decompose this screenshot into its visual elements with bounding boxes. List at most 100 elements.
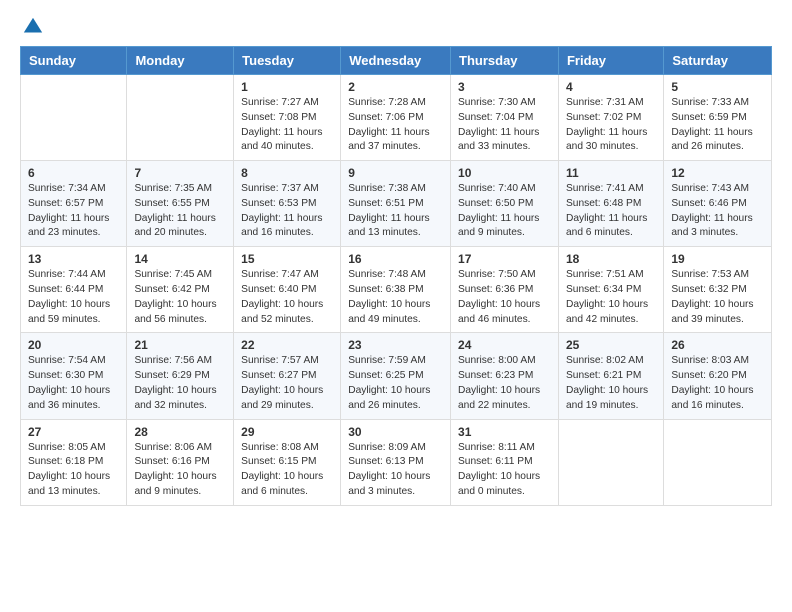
week-row-3: 13Sunrise: 7:44 AM Sunset: 6:44 PM Dayli… xyxy=(21,247,772,333)
day-info: Sunrise: 7:54 AM Sunset: 6:30 PM Dayligh… xyxy=(28,354,119,413)
calendar-cell: 23 Sunrise: 7:59 AM Sunset: 6:25 PM Dayli… xyxy=(341,333,451,419)
day-number: 18 xyxy=(566,252,656,266)
week-row-4: 20 Sunrise: 7:54 AM Sunset: 6:30 PM Dayli… xyxy=(21,333,772,419)
day-info: Sunrise: 8:11 AM Sunset: 6:11 PM Dayligh… xyxy=(458,441,551,500)
day-number: 15 xyxy=(241,252,333,266)
logo xyxy=(20,16,44,38)
day-number: 10 xyxy=(458,166,551,180)
day-number: 11 xyxy=(566,166,656,180)
calendar-cell: 17 Sunrise: 7:50 AM Sunset: 6:36 PM Dayli… xyxy=(451,247,559,333)
calendar-cell: 19 Sunrise: 7:53 AM Sunset: 6:32 PM Dayli… xyxy=(664,247,772,333)
day-number: 23 xyxy=(348,338,443,352)
weekday-header-saturday: Saturday xyxy=(664,47,772,75)
day-info: Sunrise: 7:34 AM Sunset: 6:57 PM Dayligh… xyxy=(28,182,119,241)
calendar-cell: 13Sunrise: 7:44 AM Sunset: 6:44 PM Dayli… xyxy=(21,247,127,333)
calendar-cell: 27 Sunrise: 8:05 AM Sunset: 6:18 PM Dayli… xyxy=(21,419,127,505)
day-info: Sunrise: 8:05 AM Sunset: 6:18 PM Dayligh… xyxy=(28,441,119,500)
week-row-2: 6 Sunrise: 7:34 AM Sunset: 6:57 PM Daylig… xyxy=(21,161,772,247)
day-info: Sunrise: 8:09 AM Sunset: 6:13 PM Dayligh… xyxy=(348,441,443,500)
calendar-cell: 28 Sunrise: 8:06 AM Sunset: 6:16 PM Dayli… xyxy=(127,419,234,505)
calendar-cell: 4Sunrise: 7:31 AM Sunset: 7:02 PM Daylig… xyxy=(558,75,663,161)
day-number: 6 xyxy=(28,166,119,180)
header xyxy=(20,16,772,38)
week-row-5: 27 Sunrise: 8:05 AM Sunset: 6:18 PM Dayli… xyxy=(21,419,772,505)
day-info: Sunrise: 7:57 AM Sunset: 6:27 PM Dayligh… xyxy=(241,354,333,413)
weekday-header-thursday: Thursday xyxy=(451,47,559,75)
day-info: Sunrise: 7:56 AM Sunset: 6:29 PM Dayligh… xyxy=(134,354,226,413)
calendar-cell xyxy=(664,419,772,505)
day-info: Sunrise: 7:53 AM Sunset: 6:32 PM Dayligh… xyxy=(671,268,764,327)
day-info: Sunrise: 7:48 AM Sunset: 6:38 PM Dayligh… xyxy=(348,268,443,327)
day-info: Sunrise: 7:41 AM Sunset: 6:48 PM Dayligh… xyxy=(566,182,656,241)
calendar-cell: 2 Sunrise: 7:28 AM Sunset: 7:06 PM Daylig… xyxy=(341,75,451,161)
calendar-cell: 30 Sunrise: 8:09 AM Sunset: 6:13 PM Dayli… xyxy=(341,419,451,505)
day-number: 16 xyxy=(348,252,443,266)
day-info: Sunrise: 7:40 AM Sunset: 6:50 PM Dayligh… xyxy=(458,182,551,241)
day-info: Sunrise: 7:27 AM Sunset: 7:08 PM Dayligh… xyxy=(241,96,333,155)
day-info: Sunrise: 8:03 AM Sunset: 6:20 PM Dayligh… xyxy=(671,354,764,413)
calendar-cell: 9 Sunrise: 7:38 AM Sunset: 6:51 PM Daylig… xyxy=(341,161,451,247)
weekday-header-sunday: Sunday xyxy=(21,47,127,75)
day-number: 25 xyxy=(566,338,656,352)
day-info: Sunrise: 7:50 AM Sunset: 6:36 PM Dayligh… xyxy=(458,268,551,327)
day-info: Sunrise: 8:02 AM Sunset: 6:21 PM Dayligh… xyxy=(566,354,656,413)
day-number: 13 xyxy=(28,252,119,266)
calendar-cell: 29Sunrise: 8:08 AM Sunset: 6:15 PM Dayli… xyxy=(234,419,341,505)
day-number: 3 xyxy=(458,80,551,94)
calendar-cell: 5 Sunrise: 7:33 AM Sunset: 6:59 PM Daylig… xyxy=(664,75,772,161)
calendar-cell: 8Sunrise: 7:37 AM Sunset: 6:53 PM Daylig… xyxy=(234,161,341,247)
day-info: Sunrise: 7:30 AM Sunset: 7:04 PM Dayligh… xyxy=(458,96,551,155)
day-number: 28 xyxy=(134,425,226,439)
day-info: Sunrise: 7:33 AM Sunset: 6:59 PM Dayligh… xyxy=(671,96,764,155)
weekday-header-tuesday: Tuesday xyxy=(234,47,341,75)
day-number: 24 xyxy=(458,338,551,352)
day-info: Sunrise: 8:06 AM Sunset: 6:16 PM Dayligh… xyxy=(134,441,226,500)
calendar-cell: 6 Sunrise: 7:34 AM Sunset: 6:57 PM Daylig… xyxy=(21,161,127,247)
day-info: Sunrise: 7:51 AM Sunset: 6:34 PM Dayligh… xyxy=(566,268,656,327)
calendar-cell: 12 Sunrise: 7:43 AM Sunset: 6:46 PM Dayli… xyxy=(664,161,772,247)
day-number: 2 xyxy=(348,80,443,94)
calendar-cell: 26 Sunrise: 8:03 AM Sunset: 6:20 PM Dayli… xyxy=(664,333,772,419)
day-number: 17 xyxy=(458,252,551,266)
day-info: Sunrise: 7:59 AM Sunset: 6:25 PM Dayligh… xyxy=(348,354,443,413)
calendar-cell: 24Sunrise: 8:00 AM Sunset: 6:23 PM Dayli… xyxy=(451,333,559,419)
day-info: Sunrise: 7:45 AM Sunset: 6:42 PM Dayligh… xyxy=(134,268,226,327)
day-info: Sunrise: 7:47 AM Sunset: 6:40 PM Dayligh… xyxy=(241,268,333,327)
calendar-cell xyxy=(558,419,663,505)
weekday-header-wednesday: Wednesday xyxy=(341,47,451,75)
day-number: 14 xyxy=(134,252,226,266)
calendar: SundayMondayTuesdayWednesdayThursdayFrid… xyxy=(20,46,772,506)
day-number: 22 xyxy=(241,338,333,352)
day-info: Sunrise: 7:31 AM Sunset: 7:02 PM Dayligh… xyxy=(566,96,656,155)
calendar-cell: 10 Sunrise: 7:40 AM Sunset: 6:50 PM Dayli… xyxy=(451,161,559,247)
day-number: 29 xyxy=(241,425,333,439)
calendar-cell: 31Sunrise: 8:11 AM Sunset: 6:11 PM Dayli… xyxy=(451,419,559,505)
day-number: 1 xyxy=(241,80,333,94)
calendar-cell: 7 Sunrise: 7:35 AM Sunset: 6:55 PM Daylig… xyxy=(127,161,234,247)
calendar-cell: 21 Sunrise: 7:56 AM Sunset: 6:29 PM Dayli… xyxy=(127,333,234,419)
day-number: 27 xyxy=(28,425,119,439)
day-number: 30 xyxy=(348,425,443,439)
calendar-cell: 20 Sunrise: 7:54 AM Sunset: 6:30 PM Dayli… xyxy=(21,333,127,419)
day-number: 5 xyxy=(671,80,764,94)
logo-icon xyxy=(22,16,44,38)
day-info: Sunrise: 7:35 AM Sunset: 6:55 PM Dayligh… xyxy=(134,182,226,241)
calendar-cell: 25 Sunrise: 8:02 AM Sunset: 6:21 PM Dayli… xyxy=(558,333,663,419)
day-number: 20 xyxy=(28,338,119,352)
day-number: 21 xyxy=(134,338,226,352)
calendar-cell: 3 Sunrise: 7:30 AM Sunset: 7:04 PM Daylig… xyxy=(451,75,559,161)
page: SundayMondayTuesdayWednesdayThursdayFrid… xyxy=(0,0,792,526)
day-info: Sunrise: 7:28 AM Sunset: 7:06 PM Dayligh… xyxy=(348,96,443,155)
calendar-cell: 11 Sunrise: 7:41 AM Sunset: 6:48 PM Dayli… xyxy=(558,161,663,247)
day-number: 12 xyxy=(671,166,764,180)
day-number: 19 xyxy=(671,252,764,266)
calendar-cell: 14 Sunrise: 7:45 AM Sunset: 6:42 PM Dayli… xyxy=(127,247,234,333)
calendar-cell: 15 Sunrise: 7:47 AM Sunset: 6:40 PM Dayli… xyxy=(234,247,341,333)
day-number: 9 xyxy=(348,166,443,180)
day-info: Sunrise: 7:43 AM Sunset: 6:46 PM Dayligh… xyxy=(671,182,764,241)
day-number: 26 xyxy=(671,338,764,352)
weekday-header-row: SundayMondayTuesdayWednesdayThursdayFrid… xyxy=(21,47,772,75)
day-number: 7 xyxy=(134,166,226,180)
day-number: 8 xyxy=(241,166,333,180)
day-info: Sunrise: 7:38 AM Sunset: 6:51 PM Dayligh… xyxy=(348,182,443,241)
